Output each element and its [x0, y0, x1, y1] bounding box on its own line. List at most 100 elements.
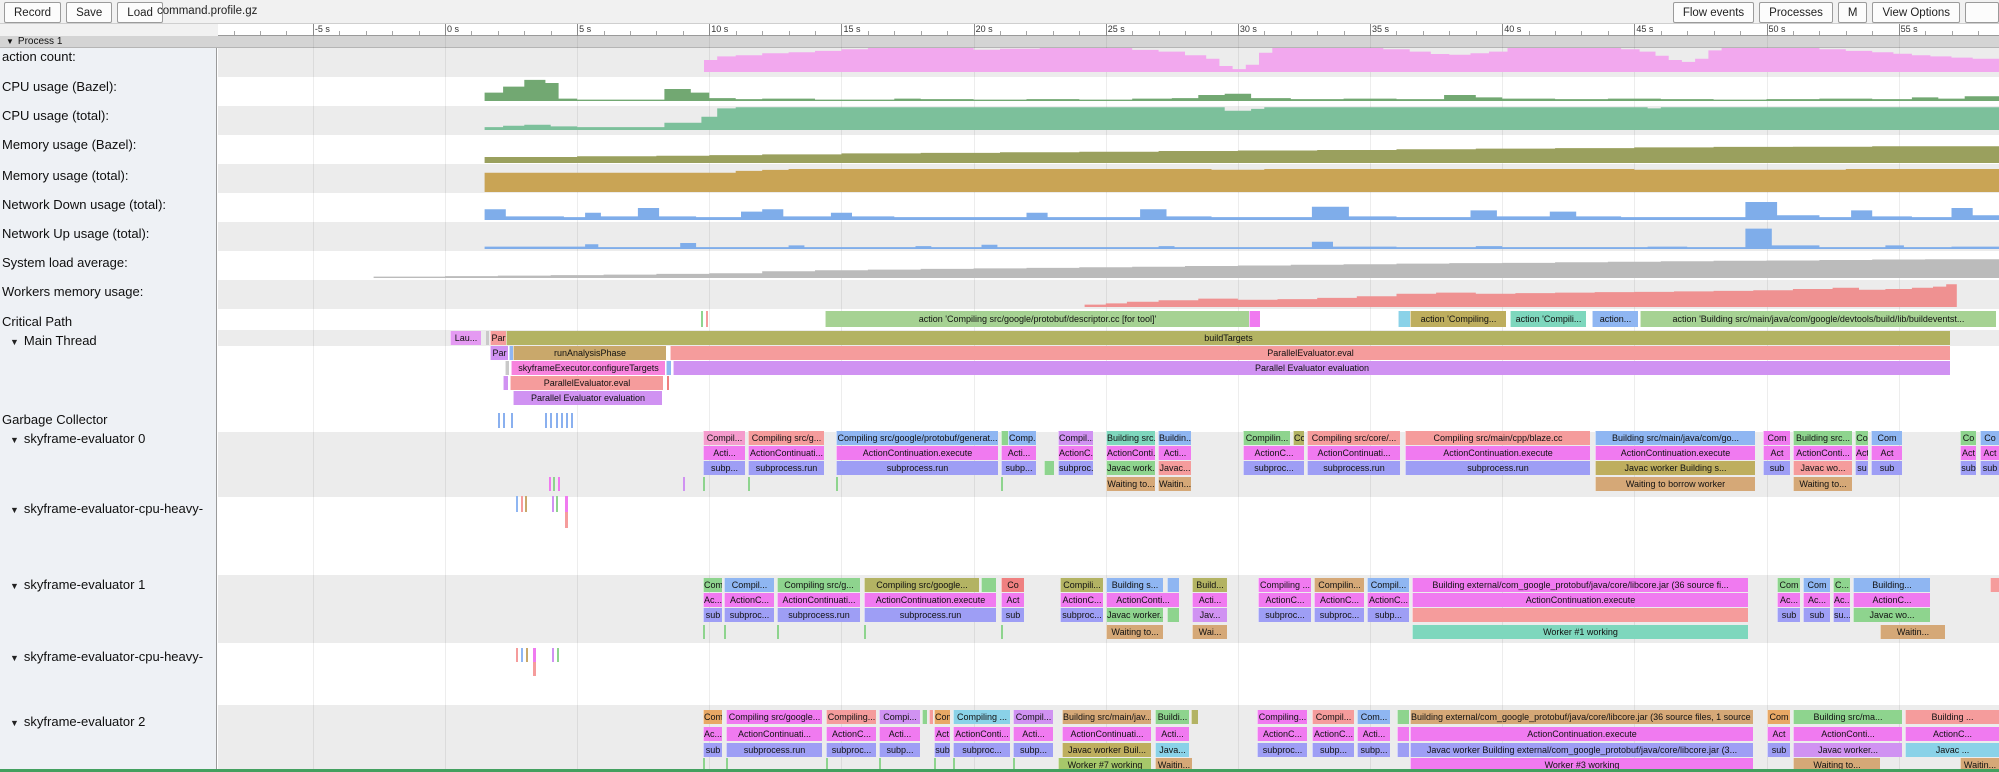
trace-event-tick[interactable]: [552, 496, 554, 512]
trace-event-bar[interactable]: subp...: [1013, 743, 1053, 757]
trace-event-bar[interactable]: Ac...: [1833, 593, 1850, 607]
trace-event-tick[interactable]: [1167, 578, 1179, 592]
trace-event-bar[interactable]: ActionC...: [724, 593, 774, 607]
trace-event-bar[interactable]: Ac...: [703, 593, 722, 607]
trace-event-bar[interactable]: subprocess.run: [864, 608, 996, 622]
trace-event-bar[interactable]: ActionContinuation.execute: [864, 593, 996, 607]
trace-event-bar[interactable]: Co: [1293, 431, 1304, 445]
trace-event-tick[interactable]: [703, 477, 705, 491]
trace-event-bar[interactable]: Com: [934, 710, 950, 724]
trace-event-tick[interactable]: [836, 477, 838, 491]
counter-area-action[interactable]: [704, 48, 1999, 72]
trace-event-tick[interactable]: [667, 376, 669, 390]
trace-event-bar[interactable]: Waiting to...: [1106, 477, 1155, 491]
trace-event-tick[interactable]: [503, 376, 508, 390]
trace-event-bar[interactable]: ActionC...: [1905, 727, 1999, 741]
trace-event-bar[interactable]: ActionContinuation.execute: [1410, 727, 1753, 741]
track-label-heavy0[interactable]: ▼skyframe-evaluator-cpu-heavy-: [2, 501, 203, 516]
trace-event-tick[interactable]: [566, 413, 568, 428]
trace-event-bar[interactable]: Javac work...: [1106, 461, 1155, 475]
trace-event-bar[interactable]: Acti...: [1192, 593, 1227, 607]
trace-event-bar[interactable]: Acti...: [1357, 727, 1390, 741]
trace-event-bar[interactable]: Par: [490, 331, 506, 345]
trace-event-tick[interactable]: [503, 413, 505, 428]
track-label-heavy1[interactable]: ▼skyframe-evaluator-cpu-heavy-: [2, 649, 203, 664]
trace-event-bar[interactable]: Compil...: [1367, 578, 1409, 592]
trace-event-bar[interactable]: Com: [1767, 710, 1790, 724]
trace-event-bar[interactable]: Compiling src/g...: [777, 578, 860, 592]
trace-event-bar[interactable]: Co: [1001, 578, 1024, 592]
trace-event-tick[interactable]: [724, 625, 726, 639]
trace-event-tick[interactable]: [552, 648, 554, 662]
trace-event-bar[interactable]: Javac worker...: [1106, 608, 1163, 622]
trace-event-bar[interactable]: Buildin...: [1158, 431, 1191, 445]
trace-event-bar[interactable]: Compiling ...: [953, 710, 1010, 724]
trace-event-bar[interactable]: Par: [490, 346, 508, 360]
trace-event-bar[interactable]: Compil...: [703, 431, 745, 445]
trace-event-bar[interactable]: ActionC...: [1312, 727, 1354, 741]
trace-event-bar[interactable]: sub: [1871, 461, 1902, 475]
trace-event-bar[interactable]: Co: [1855, 431, 1868, 445]
trace-event-bar[interactable]: subproc...: [953, 743, 1010, 757]
trace-event-bar[interactable]: Javac wo...: [1793, 461, 1852, 475]
trace-event-bar[interactable]: Compil...: [1058, 431, 1093, 445]
trace-event-bar[interactable]: Building src/main/jav...: [1062, 710, 1151, 724]
trace-event-tick[interactable]: [683, 477, 685, 491]
trace-event-bar[interactable]: Co: [1960, 431, 1976, 445]
trace-event-bar[interactable]: ActionContinuati...: [748, 446, 824, 460]
trace-event-bar[interactable]: Waiting to...: [1106, 625, 1163, 639]
trace-event-bar[interactable]: ActionC...: [1058, 446, 1093, 460]
trace-event-bar[interactable]: Javac worker Buil...: [1062, 743, 1151, 757]
trace-event-bar[interactable]: Compiling src/g...: [748, 431, 824, 445]
trace-event-bar[interactable]: sub: [1763, 461, 1790, 475]
trace-event-bar[interactable]: Compil...: [1312, 710, 1354, 724]
trace-event-bar[interactable]: Act: [934, 727, 950, 741]
trace-event-tick[interactable]: [703, 625, 705, 639]
trace-event-bar[interactable]: ActionConti...: [1106, 446, 1155, 460]
trace-event-bar[interactable]: subp...: [1357, 743, 1390, 757]
trace-event-bar[interactable]: ParallelEvaluator.eval: [670, 346, 1950, 360]
trace-event-bar[interactable]: subprocess.run: [1307, 461, 1400, 475]
trace-event-bar[interactable]: Build...: [1192, 578, 1227, 592]
trace-event-tick[interactable]: [498, 413, 500, 428]
trace-event-bar[interactable]: ActionC...: [1367, 593, 1409, 607]
trace-event-tick[interactable]: [556, 496, 558, 512]
trace-event-bar[interactable]: subproc...: [1258, 608, 1311, 622]
trace-event-tick[interactable]: [505, 361, 509, 375]
trace-event-tick[interactable]: [550, 413, 552, 428]
trace-event-bar[interactable]: Worker #1 working: [1412, 625, 1748, 639]
trace-event-bar[interactable]: subproc...: [1257, 743, 1307, 757]
trace-event-bar[interactable]: action 'Compiling...: [1410, 311, 1506, 327]
trace-event-bar[interactable]: Compiling src/google...: [726, 710, 822, 724]
trace-event-bar[interactable]: Act: [1001, 593, 1024, 607]
trace-event-bar[interactable]: Compilin...: [1243, 431, 1290, 445]
trace-event-bar[interactable]: Act: [1767, 727, 1790, 741]
trace-event-tick[interactable]: [521, 648, 523, 662]
track-label-ev0[interactable]: ▼skyframe-evaluator 0: [2, 431, 145, 446]
trace-event-bar[interactable]: ActionC...: [1257, 727, 1307, 741]
trace-event-bar[interactable]: sub: [1001, 608, 1024, 622]
trace-event-tick[interactable]: [533, 662, 536, 676]
trace-event-bar[interactable]: subproc...: [1314, 608, 1364, 622]
trace-event-bar[interactable]: subproc...: [826, 743, 876, 757]
trace-event-bar[interactable]: Act: [1960, 446, 1976, 460]
trace-event-bar[interactable]: sub: [1960, 461, 1976, 475]
trace-event-bar[interactable]: subproc...: [724, 608, 774, 622]
trace-event-bar[interactable]: Act: [1855, 446, 1868, 460]
track-label-ev2[interactable]: ▼skyframe-evaluator 2: [2, 714, 145, 729]
trace-event-bar[interactable]: subprocess.run: [726, 743, 822, 757]
trace-event-bar[interactable]: Jav...: [1192, 608, 1227, 622]
trace-event-bar[interactable]: Act: [1980, 446, 1999, 460]
track-label-main_thread[interactable]: ▼Main Thread: [2, 333, 97, 348]
counter-area-cpu_total[interactable]: [485, 107, 1999, 130]
trace-event-bar[interactable]: Compiling...: [1257, 710, 1307, 724]
trace-event-bar[interactable]: subp...: [703, 461, 745, 475]
trace-event-bar[interactable]: sub: [1803, 608, 1830, 622]
trace-event-bar[interactable]: Act: [1763, 446, 1790, 460]
trace-event-bar[interactable]: Parallel Evaluator evaluation: [513, 391, 662, 405]
trace-event-bar[interactable]: Javac wo...: [1853, 608, 1930, 622]
trace-event-bar[interactable]: ActionC...: [1314, 593, 1364, 607]
trace-event-bar[interactable]: subproc...: [1058, 461, 1093, 475]
trace-event-bar[interactable]: Comp...: [1008, 431, 1036, 445]
trace-event-tick[interactable]: [557, 648, 559, 662]
